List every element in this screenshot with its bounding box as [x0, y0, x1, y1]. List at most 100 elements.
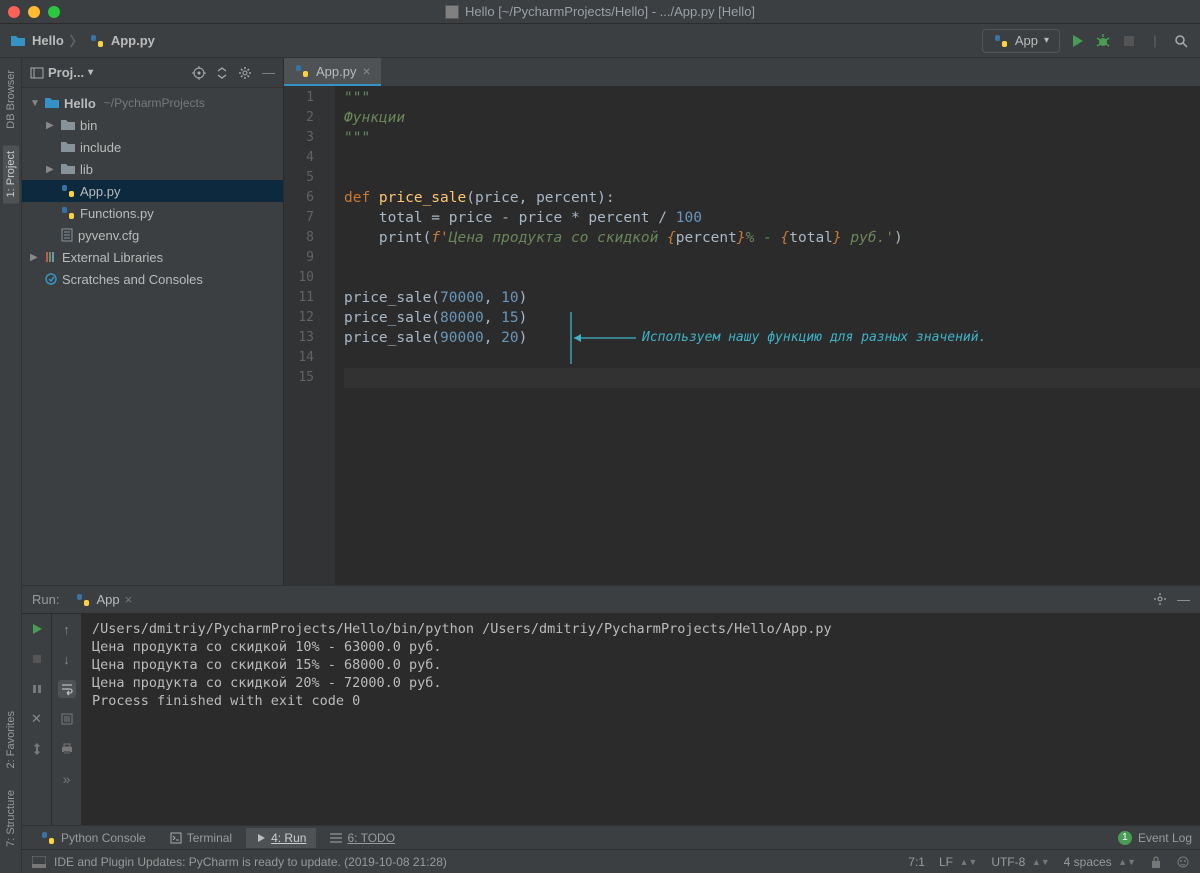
- left-tool-strip: DB Browser 1: Project 2: Favorites 7: St…: [0, 58, 22, 873]
- status-line-sep[interactable]: LF ▲▼: [939, 855, 977, 869]
- event-badge: 1: [1118, 831, 1132, 845]
- editor-body[interactable]: 1 2 3 4 5 6 7 8 9 10 11 12 13 14: [284, 86, 1200, 585]
- editor-tabs: App.py ×: [284, 58, 1200, 86]
- tree-node-bin[interactable]: ▶ bin: [22, 114, 283, 136]
- tree-node-functions-py[interactable]: Functions.py: [22, 202, 283, 224]
- window-title: Hello [~/PycharmProjects/Hello] - .../Ap…: [0, 4, 1200, 19]
- up-icon[interactable]: ↑: [58, 620, 76, 638]
- status-message: IDE and Plugin Updates: PyCharm is ready…: [54, 855, 447, 869]
- tool-tab-favorites[interactable]: 2: Favorites: [3, 705, 19, 774]
- toolbar-right: App ▾ |: [982, 29, 1190, 53]
- window-controls: [8, 6, 60, 18]
- tree-node-scratches[interactable]: Scratches and Consoles: [22, 268, 283, 290]
- minimize-window-button[interactable]: [28, 6, 40, 18]
- chevron-down-icon: ▾: [1044, 35, 1049, 46]
- list-icon: [330, 833, 342, 843]
- run-tab-app[interactable]: App ×: [69, 590, 138, 610]
- status-indent[interactable]: 4 spaces ▲▼: [1064, 855, 1136, 869]
- status-encoding[interactable]: UTF-8 ▲▼: [991, 855, 1049, 869]
- hide-panel-icon[interactable]: —: [1177, 592, 1190, 607]
- project-tree[interactable]: ▼ Hello ~/PycharmProjects ▶ bin include: [22, 88, 283, 585]
- pin-icon[interactable]: [28, 740, 46, 758]
- tree-node-include[interactable]: include: [22, 136, 283, 158]
- rerun-icon[interactable]: [28, 620, 46, 638]
- maximize-window-button[interactable]: [48, 6, 60, 18]
- line-numbers: 1 2 3 4 5 6 7 8 9 10 11 12 13 14: [284, 86, 322, 585]
- exit-icon[interactable]: ✕: [28, 710, 46, 728]
- pause-icon[interactable]: [28, 680, 46, 698]
- status-icon[interactable]: [32, 856, 46, 868]
- hide-panel-icon[interactable]: —: [262, 65, 275, 80]
- stop-icon[interactable]: [28, 650, 46, 668]
- titlebar: Hello [~/PycharmProjects/Hello] - .../Ap…: [0, 0, 1200, 24]
- run-config-label: App: [1015, 33, 1038, 48]
- down-icon[interactable]: ↓: [58, 650, 76, 668]
- run-button[interactable]: [1068, 32, 1086, 50]
- python-icon: [75, 592, 91, 608]
- tree-node-external-libraries[interactable]: ▶ External Libraries: [22, 246, 283, 268]
- breadcrumb[interactable]: Hello 〉 App.py: [10, 31, 155, 50]
- project-panel-title: Proj...: [48, 65, 84, 80]
- project-panel: Proj... ▾ — ▼ Hello ~/Pych: [22, 58, 284, 585]
- run-panel-title: Run:: [32, 592, 59, 607]
- target-icon[interactable]: [192, 66, 206, 80]
- breadcrumb-sep-icon: 〉: [70, 31, 83, 50]
- editor-tab-app-py[interactable]: App.py ×: [284, 58, 381, 86]
- search-button[interactable]: [1172, 32, 1190, 50]
- tree-node-lib[interactable]: ▶ lib: [22, 158, 283, 180]
- soft-wrap-icon[interactable]: [58, 680, 76, 698]
- tree-root[interactable]: ▼ Hello ~/PycharmProjects: [22, 92, 283, 114]
- disclosure-open-icon[interactable]: ▼: [30, 98, 40, 109]
- run-panel: Run: App × — ✕: [22, 585, 1200, 825]
- disclosure-closed-icon[interactable]: ▶: [46, 120, 56, 131]
- stop-button[interactable]: [1120, 32, 1138, 50]
- close-window-button[interactable]: [8, 6, 20, 18]
- fold-gutter[interactable]: [322, 86, 336, 585]
- lock-icon[interactable]: [1150, 855, 1162, 869]
- status-cursor-pos[interactable]: 7:1: [908, 855, 925, 869]
- more-icon[interactable]: »: [58, 770, 76, 788]
- code-area[interactable]: """ Функции """ def price_sale(price, pe…: [336, 86, 1200, 585]
- annotation-callout: Используем нашу функцию для разных значе…: [566, 308, 986, 368]
- gear-icon[interactable]: [1153, 592, 1167, 607]
- chevron-down-icon[interactable]: ▾: [88, 67, 93, 78]
- tab-todo[interactable]: 6: TODO: [320, 828, 405, 848]
- tree-node-app-py[interactable]: App.py: [22, 180, 283, 202]
- tool-tab-structure[interactable]: 7: Structure: [3, 784, 19, 853]
- tab-run[interactable]: 4: Run: [246, 828, 316, 848]
- tool-tab-db-browser[interactable]: DB Browser: [3, 64, 19, 135]
- python-file-icon: [89, 33, 105, 49]
- gear-icon[interactable]: [238, 66, 252, 80]
- python-icon: [993, 33, 1009, 49]
- scroll-to-end-icon[interactable]: [58, 710, 76, 728]
- tree-root-path: ~/PycharmProjects: [104, 96, 205, 110]
- debug-button[interactable]: [1094, 32, 1112, 50]
- main-area: DB Browser 1: Project 2: Favorites 7: St…: [0, 58, 1200, 873]
- disclosure-closed-icon[interactable]: ▶: [46, 164, 56, 175]
- editor-tab-label: App.py: [316, 64, 356, 79]
- python-file-icon: [60, 205, 76, 221]
- project-panel-header: Proj... ▾ —: [22, 58, 283, 88]
- breadcrumb-file[interactable]: App.py: [111, 33, 155, 48]
- event-log-button[interactable]: 1 Event Log: [1118, 831, 1192, 845]
- close-tab-icon[interactable]: ×: [125, 592, 133, 607]
- tab-python-console[interactable]: Python Console: [30, 828, 156, 848]
- run-output[interactable]: /Users/dmitriy/PycharmProjects/Hello/bin…: [82, 614, 1200, 825]
- play-icon: [256, 833, 266, 843]
- navigation-bar: Hello 〉 App.py App ▾ |: [0, 24, 1200, 58]
- expand-all-icon[interactable]: [216, 67, 228, 79]
- breadcrumb-root[interactable]: Hello: [32, 33, 64, 48]
- folder-icon: [60, 161, 76, 177]
- window-icon: [445, 5, 459, 19]
- inspector-icon[interactable]: [1176, 855, 1190, 869]
- run-config-selector[interactable]: App ▾: [982, 29, 1060, 53]
- print-icon[interactable]: [58, 740, 76, 758]
- tab-terminal[interactable]: Terminal: [160, 828, 242, 848]
- disclosure-closed-icon[interactable]: ▶: [30, 252, 40, 263]
- tree-node-pyvenv-cfg[interactable]: pyvenv.cfg: [22, 224, 283, 246]
- close-tab-icon[interactable]: ×: [362, 63, 370, 79]
- tool-tab-project[interactable]: 1: Project: [3, 145, 19, 203]
- run-toolbar-left-2: ↑ ↓ »: [52, 614, 82, 825]
- python-file-icon: [294, 63, 310, 79]
- python-icon: [40, 830, 56, 846]
